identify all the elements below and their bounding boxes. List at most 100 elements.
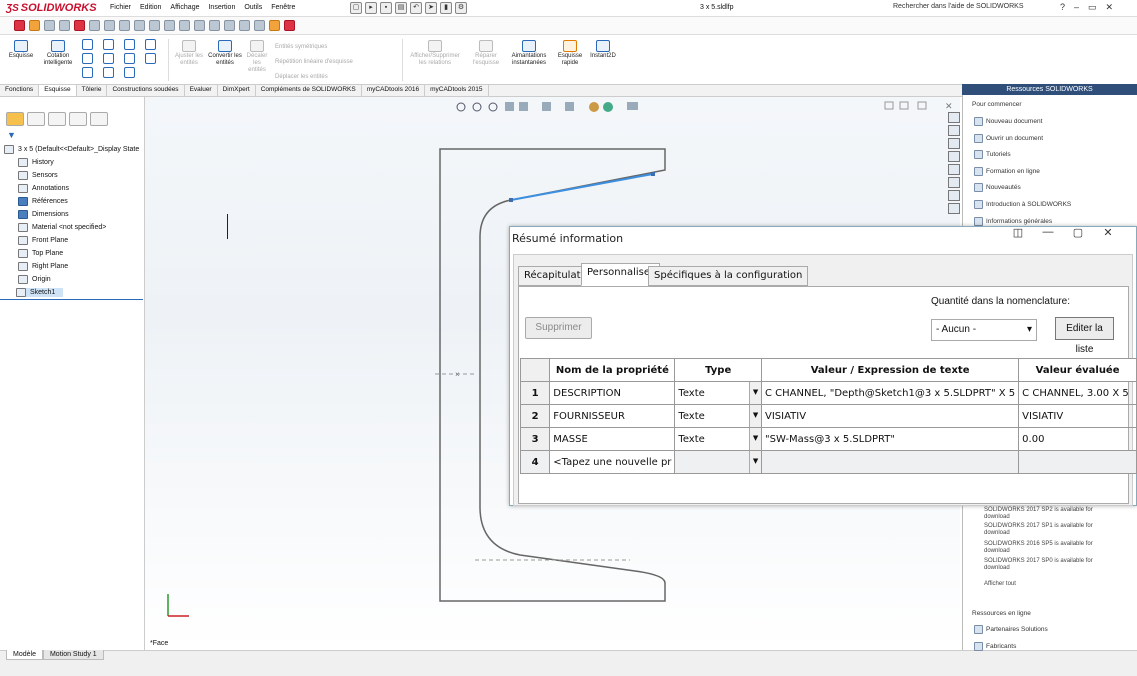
repair-sketch-button[interactable]: Réparer l'esquisse [468,40,504,67]
tree-item-dimensions[interactable]: Dimensions [18,210,69,219]
news-item[interactable]: SOLIDWORKS 2017 SP0 is available for dow… [984,558,1119,572]
zoom-area-icon[interactable] [472,102,482,112]
property-expression-cell[interactable]: C CHANNEL, "Depth@Sketch1@3 x 5.SLDPRT" … [761,381,1020,405]
property-type-cell[interactable]: ▼ [674,450,763,474]
stop-icon[interactable] [284,20,295,31]
print-icon[interactable]: ▤ [395,2,407,14]
save-icon[interactable]: ▪ [380,2,392,14]
macro-icon[interactable] [269,20,280,31]
offset-entities-button[interactable]: Décaler les entités [244,40,270,74]
polygon-tool-icon[interactable] [103,53,114,64]
rebuild-icon[interactable]: ▮ [440,2,452,14]
circle-tool-icon[interactable] [103,39,114,50]
task-tutorials[interactable]: Tutoriels [974,150,1011,159]
grid-icon[interactable] [44,20,55,31]
tab-tolerie[interactable]: Tôlerie [77,85,108,96]
news-item[interactable]: SOLIDWORKS 2017 SP2 is available for dow… [984,507,1119,521]
trim-entities-button[interactable]: Ajuster les entités [172,40,206,67]
task-whats-new[interactable]: Nouveautés [974,183,1021,192]
tile-view-icon[interactable] [899,101,909,110]
selected-sketch-line[interactable] [510,173,654,201]
search-help-field[interactable]: Rechercher dans l'aide de SOLIDWORKS [893,3,1024,10]
show-all-link[interactable]: Afficher tout [984,581,1119,588]
folder-icon[interactable] [179,20,190,31]
table-icon[interactable] [224,20,235,31]
dropdown-arrow-icon[interactable]: ▼ [749,451,761,473]
tab-complements[interactable]: Compléments de SOLIDWORKS [256,85,362,96]
tree-item-annotations[interactable]: Annotations [18,184,69,193]
rapid-sketch-button[interactable]: Esquisse rapide [555,40,585,67]
property-name-cell[interactable]: MASSE [549,427,676,451]
display-style-icon[interactable] [565,102,574,111]
scene-icon[interactable] [603,102,613,112]
part-icon[interactable] [29,20,40,31]
dropdown-arrow-icon[interactable]: ▼ [749,405,761,427]
display-relations-button[interactable]: Afficher/Supprimer les relations [406,40,464,67]
task-online-training[interactable]: Formation en ligne [974,167,1040,176]
mirror-entities-button[interactable]: Entités symétriques [275,40,353,55]
tab-modele[interactable]: Modèle [6,650,43,660]
zoom-icon[interactable] [104,20,115,31]
new-property-name-cell[interactable]: <Tapez une nouvelle pr [549,450,676,474]
tree-item-references[interactable]: Références [18,197,68,206]
restore-icon[interactable]: ▭ [1088,2,1097,13]
tree-root-part[interactable]: 3 x 5 (Default<<Default>_Display State [4,145,139,154]
tree-item-right-plane[interactable]: Right Plane [18,262,68,271]
tree-item-front-plane[interactable]: Front Plane [18,236,68,245]
tree-item-top-plane[interactable]: Top Plane [18,249,63,258]
select-icon[interactable]: ➤ [425,2,437,14]
news-item[interactable]: SOLIDWORKS 2016 SP5 is available for dow… [984,541,1119,555]
dialog-close-icon[interactable]: ✕ [1100,226,1116,239]
sketch-point[interactable] [651,172,655,176]
line-tool-icon[interactable] [82,39,93,50]
tab-constructions-soudees[interactable]: Constructions soudées [107,85,185,96]
dimxpert-manager-tab-icon[interactable] [69,112,87,126]
home-icon[interactable] [948,112,960,123]
help-icon[interactable]: ? [1060,2,1065,13]
viewport-restore-icon[interactable] [917,101,927,110]
record-icon[interactable] [74,20,85,31]
menu-outils[interactable]: Outils [244,4,262,11]
slot-tool-icon[interactable] [82,67,93,78]
rollback-bar[interactable] [0,299,143,300]
task-manufacturers[interactable]: Fabricants [974,642,1016,651]
display-manager-tab-icon[interactable] [90,112,108,126]
close-icon[interactable]: ✕ [1106,2,1114,13]
dropdown-arrow-icon[interactable]: ▼ [749,382,761,404]
tab-evaluer[interactable]: Evaluer [185,85,218,96]
task-introduction[interactable]: Introduction à SOLIDWORKS [974,200,1071,209]
property-manager-tab-icon[interactable] [27,112,45,126]
zoom-fit-icon[interactable] [456,102,466,112]
tab-dimxpert[interactable]: DimXpert [218,85,256,96]
table-row[interactable]: 2 FOURNISSEUR Texte ▼ VISIATIV VISIATIV [519,404,1137,428]
solidworks-logo[interactable]: ƷS SOLIDWORKS [6,2,97,14]
tab-mycadtools-2016[interactable]: myCADtools 2016 [362,85,426,96]
bom-quantity-select[interactable]: - Aucun - ▾ [931,319,1037,341]
dropdown-arrow-icon[interactable]: ▼ [749,428,761,450]
fillet-tool-icon[interactable] [124,67,135,78]
news-item[interactable]: SOLIDWORKS 2017 SP1 is available for dow… [984,523,1119,537]
view-icon[interactable] [89,20,100,31]
smart-dimension-button[interactable]: Cotation intelligente [40,40,76,67]
appearance-icon[interactable] [589,102,599,112]
viewport-close-icon[interactable]: ✕ [945,101,953,111]
feature-tree-tab-icon[interactable] [6,112,24,126]
sketch-button[interactable]: Esquisse [6,40,36,60]
view-palette-icon[interactable] [948,151,960,162]
graph-icon[interactable] [149,20,160,31]
new-document-icon[interactable]: ▢ [350,2,362,14]
table-row[interactable]: 3 MASSE Texte ▼ "SW-Mass@3 x 5.SLDPRT" 0.… [519,427,1137,451]
plane-tool-icon[interactable] [145,53,156,64]
view-orientation-icon[interactable] [542,102,551,111]
table-row-new[interactable]: 4 <Tapez une nouvelle pr ▼ [519,450,1137,474]
property-type-cell[interactable]: Texte ▼ [674,404,763,428]
spline-tool-icon[interactable] [124,39,135,50]
tab-esquisse[interactable]: Esquisse [39,85,77,96]
options-icon[interactable]: ⚙ [455,2,467,14]
menu-insertion[interactable]: Insertion [208,4,235,11]
task-solution-partners[interactable]: Partenaires Solutions [974,625,1048,634]
app-icon[interactable] [14,20,25,31]
task-new-document[interactable]: Nouveau document [974,117,1042,126]
undo-icon[interactable]: ↶ [410,2,422,14]
menu-fichier[interactable]: Fichier [110,4,131,11]
